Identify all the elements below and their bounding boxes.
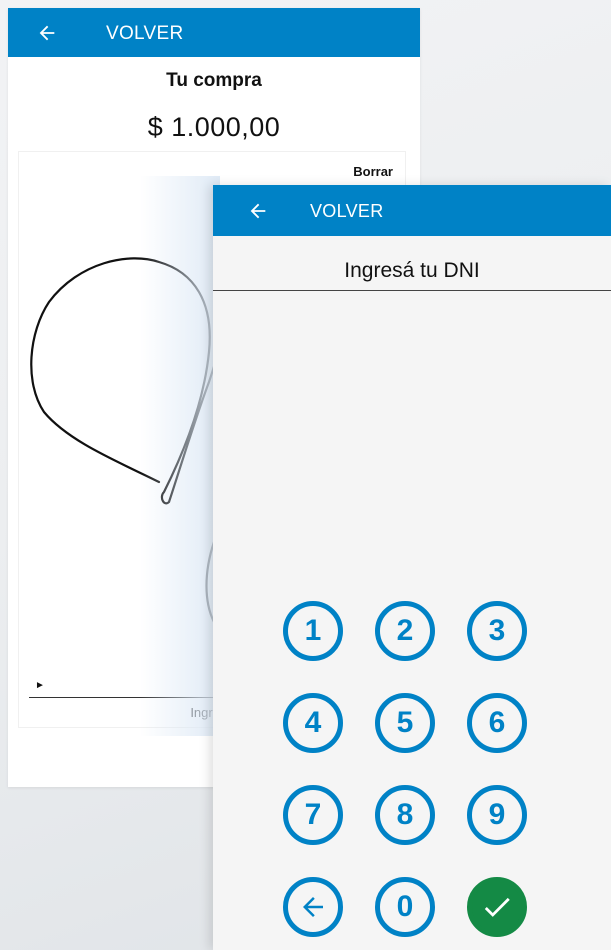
key-6[interactable]: 6 xyxy=(467,693,527,753)
back-button[interactable]: VOLVER xyxy=(310,201,384,222)
key-8[interactable]: 8 xyxy=(375,785,435,845)
signature-marker-icon: ► xyxy=(35,680,45,691)
purchase-amount: $ 1.000,00 xyxy=(147,112,281,142)
header-bar: VOLVER xyxy=(213,185,611,236)
key-3[interactable]: 3 xyxy=(467,601,527,661)
arrow-left-circle-icon xyxy=(303,897,323,917)
dni-input-line[interactable] xyxy=(213,290,611,291)
arrow-left-icon[interactable] xyxy=(36,22,58,44)
purchase-title: Tu compra xyxy=(166,70,262,91)
screen-transition-fade xyxy=(140,176,220,736)
check-icon xyxy=(484,897,510,917)
back-button[interactable]: VOLVER xyxy=(106,23,183,45)
arrow-left-icon[interactable] xyxy=(247,200,269,222)
key-2[interactable]: 2 xyxy=(375,601,435,661)
key-9[interactable]: 9 xyxy=(467,785,527,845)
dni-entry-screen: VOLVER Ingresá tu DNI 1 2 3 4 5 6 7 8 9 … xyxy=(213,185,611,950)
key-7[interactable]: 7 xyxy=(283,785,343,845)
key-5[interactable]: 5 xyxy=(375,693,435,753)
key-4[interactable]: 4 xyxy=(283,693,343,753)
dni-title: Ingresá tu DNI xyxy=(344,259,480,282)
header-bar: VOLVER xyxy=(8,8,420,57)
key-0[interactable]: 0 xyxy=(375,877,435,937)
key-1[interactable]: 1 xyxy=(283,601,343,661)
backspace-button[interactable] xyxy=(283,877,343,937)
confirm-button[interactable] xyxy=(467,877,527,937)
